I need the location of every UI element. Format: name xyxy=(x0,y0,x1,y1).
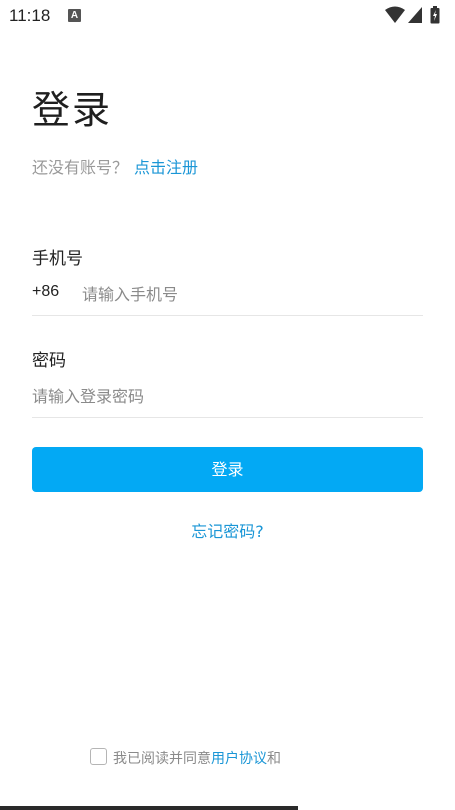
agreement-text: 我已阅读并同意用户协议和 xyxy=(113,748,281,768)
phone-field-row: +86 xyxy=(32,280,423,316)
country-code[interactable]: +86 xyxy=(32,283,59,301)
register-row: 还没有账号？ 点击注册 xyxy=(32,154,198,178)
password-field-row xyxy=(32,382,423,418)
status-time: 11:18 xyxy=(9,6,51,25)
phone-input[interactable] xyxy=(82,280,412,308)
status-bar: 11:18 A xyxy=(0,0,455,32)
password-label: 密码 xyxy=(32,351,66,371)
notification-a-icon: A xyxy=(68,9,81,22)
agreement-prefix: 我已阅读并同意 xyxy=(113,751,211,767)
password-input[interactable] xyxy=(32,382,412,410)
agreement-connector: 和 xyxy=(267,751,281,767)
agree-checkbox[interactable] xyxy=(90,748,107,765)
register-prompt: 还没有账号？ xyxy=(32,158,129,177)
register-link[interactable]: 点击注册 xyxy=(134,158,198,177)
signal-icon xyxy=(408,7,422,23)
home-indicator xyxy=(0,806,298,810)
battery-icon xyxy=(430,6,440,24)
login-button[interactable]: 登录 xyxy=(32,447,423,492)
agreement-fade xyxy=(297,746,357,768)
page-title: 登录 xyxy=(32,88,113,132)
forgot-password-link[interactable]: 忘记密码? xyxy=(0,518,455,542)
wifi-icon xyxy=(385,6,405,23)
phone-label: 手机号 xyxy=(32,249,83,269)
user-agreement-link[interactable]: 用户协议 xyxy=(211,751,267,767)
status-icons xyxy=(385,6,445,24)
